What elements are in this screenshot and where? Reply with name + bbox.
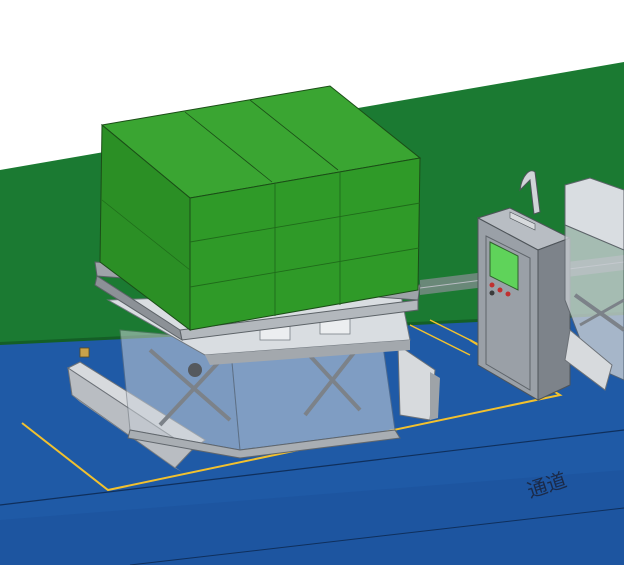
adjacent-lift-unit <box>564 177 624 391</box>
cargo-container <box>99 85 422 332</box>
control-cabinet <box>476 207 572 401</box>
cad-scene: 通道 <box>0 0 624 565</box>
